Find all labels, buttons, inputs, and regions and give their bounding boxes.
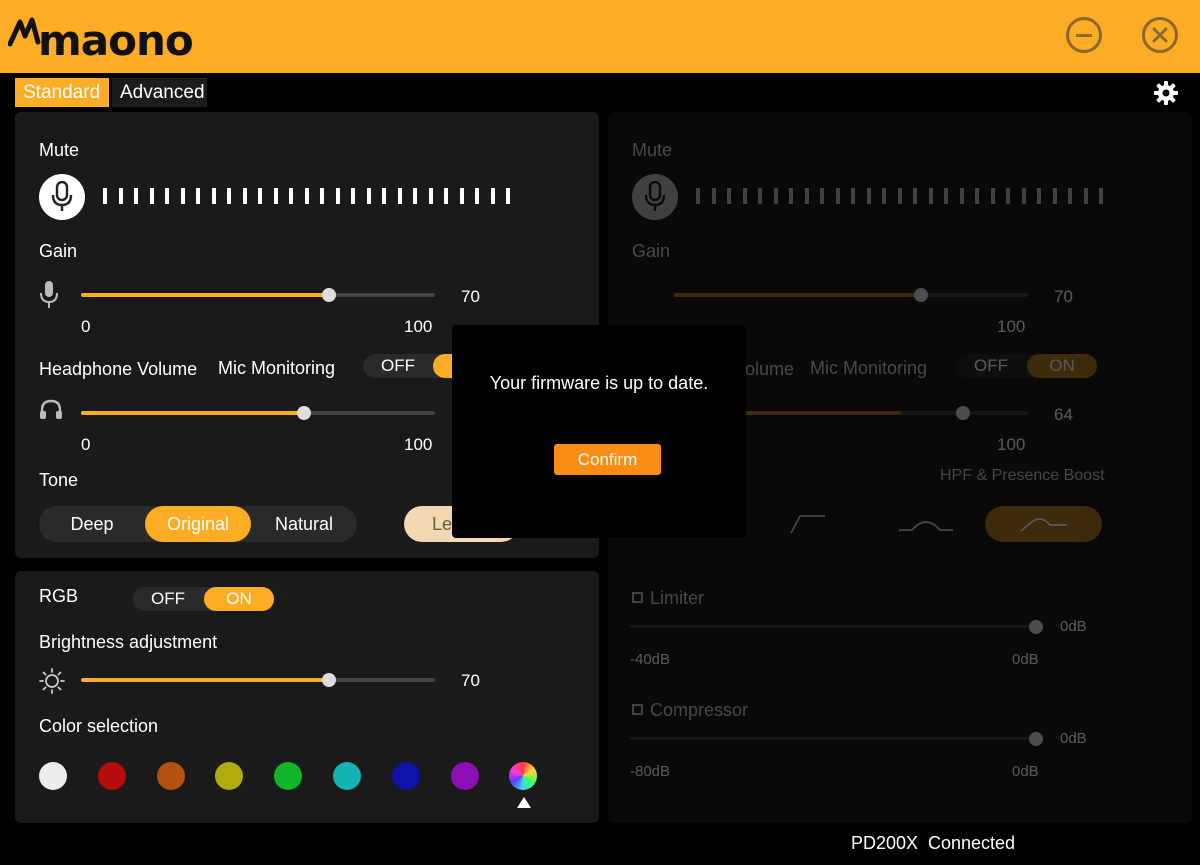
brightness-label: Brightness adjustment	[39, 632, 218, 652]
limiter-value: 0dB	[1060, 618, 1087, 635]
rgb-label: RGB	[39, 586, 79, 606]
mute-button[interactable]	[39, 174, 85, 220]
close-button[interactable]	[1142, 17, 1178, 53]
headphone-volume-label-2: olume	[745, 359, 795, 379]
mic-monitoring-off-2: OFF	[974, 356, 1008, 375]
headphone-volume-label: Headphone Volume	[39, 359, 198, 379]
gain-slider-2-fill	[674, 293, 922, 297]
limiter-checkbox	[632, 592, 643, 603]
color-swatch-8[interactable]	[450, 762, 479, 790]
firmware-dialog: Your firmware is up to date. Confirm	[452, 325, 746, 538]
title-bar: maono	[0, 0, 1200, 73]
color-swatch-5[interactable]	[274, 762, 303, 790]
tab-advanced[interactable]: Advanced	[112, 78, 207, 107]
compressor-label: Compressor	[650, 700, 749, 720]
device-name: PD200X	[851, 833, 919, 853]
hpf-presence-label: HPF & Presence Boost	[940, 467, 1105, 484]
tab-standard[interactable]: Standard	[15, 78, 109, 107]
rgb-panel: RGB OFF ON Brightness adjustment 70 Colo…	[15, 571, 599, 823]
headphone-max: 100	[404, 435, 433, 454]
sun-icon	[39, 668, 65, 694]
firmware-message: Your firmware is up to date.	[489, 373, 709, 393]
tone-label: Tone	[39, 470, 79, 490]
compressor-max: 0dB	[1012, 763, 1039, 780]
headphone-volume-slider[interactable]	[81, 406, 435, 420]
headphone-slider-knob[interactable]	[297, 406, 312, 420]
microphone-icon	[51, 181, 73, 211]
headphone-slider-2-knob	[956, 406, 970, 420]
connection-status: Connected	[928, 833, 1016, 853]
compressor-slider	[630, 732, 1043, 746]
mic-monitoring-on-2: ON	[1027, 354, 1097, 378]
rgb-on[interactable]: ON	[204, 587, 274, 611]
gain-max-2: 100	[997, 317, 1026, 336]
gain-slider-fill	[81, 293, 329, 297]
mic-monitoring-off[interactable]: OFF	[363, 354, 433, 378]
brightness-value: 70	[461, 671, 480, 690]
gain-value: 70	[461, 287, 480, 306]
microphone-icon	[40, 281, 58, 308]
gain-slider-knob[interactable]	[321, 288, 336, 302]
headphone-icon	[40, 399, 62, 419]
microphone-icon	[644, 181, 666, 211]
headphone-slider-fill	[81, 411, 305, 415]
brightness-slider-knob[interactable]	[321, 673, 336, 687]
color-swatch-7[interactable]	[391, 762, 420, 790]
mic-monitoring-label-2: Mic Monitoring	[810, 358, 928, 378]
presence-boost-icon	[899, 521, 953, 531]
hpf-presence-combo-button	[985, 506, 1102, 542]
confirm-button[interactable]: Confirm	[554, 444, 661, 475]
compressor-slider-knob	[1029, 732, 1043, 746]
high-pass-filter-icon	[790, 515, 825, 534]
mic-monitoring-label: Mic Monitoring	[218, 358, 336, 378]
headphone-value-2: 64	[1054, 405, 1073, 424]
gain-value-2: 70	[1054, 287, 1073, 306]
tone-natural[interactable]: Natural	[251, 506, 357, 542]
brand-name: maono	[38, 16, 194, 65]
brightness-slider[interactable]	[81, 673, 435, 687]
limiter-label: Limiter	[650, 588, 705, 608]
selected-color-pointer	[517, 797, 531, 808]
color-swatch-rainbow[interactable]	[509, 762, 538, 790]
brightness-slider-fill	[81, 678, 329, 682]
mute-button-2	[632, 174, 678, 220]
hpf-presence-icon	[1020, 518, 1067, 532]
limiter-max: 0dB	[1012, 651, 1039, 668]
mute-label: Mute	[39, 140, 80, 160]
gain-min: 0	[81, 317, 91, 336]
mic-monitoring-toggle-2: OFF ON	[956, 354, 1097, 378]
compressor-value: 0dB	[1060, 730, 1087, 747]
headphone-max-2: 100	[997, 435, 1026, 454]
gain-slider-2	[674, 288, 1028, 302]
limiter-slider-knob	[1029, 620, 1043, 634]
mute-label-2: Mute	[632, 140, 673, 160]
maono-logo: maono	[8, 14, 198, 70]
level-meter-2	[696, 188, 1115, 204]
color-swatch-3[interactable]	[156, 762, 185, 790]
color-swatch-4[interactable]	[215, 762, 244, 790]
limiter-slider	[630, 620, 1043, 634]
color-swatch-1[interactable]	[39, 762, 67, 790]
minimize-button[interactable]	[1066, 17, 1102, 53]
tone-selector[interactable]: Deep Original Natural	[39, 506, 357, 542]
gain-max: 100	[404, 317, 433, 336]
level-meter	[103, 188, 522, 204]
gain-slider-2-knob	[914, 288, 928, 302]
compressor-checkbox	[632, 704, 643, 715]
color-swatch-6[interactable]	[333, 762, 361, 790]
color-selection-label: Color selection	[39, 716, 159, 736]
tone-original[interactable]: Original	[145, 506, 251, 542]
rgb-off[interactable]: OFF	[133, 587, 203, 611]
color-swatch-2[interactable]	[97, 762, 126, 790]
tone-deep[interactable]: Deep	[39, 506, 145, 542]
compressor-min: -80dB	[630, 763, 671, 780]
gain-slider[interactable]	[81, 288, 435, 302]
close-icon	[1152, 27, 1168, 43]
rgb-toggle[interactable]: OFF ON	[133, 587, 274, 611]
gain-label-2: Gain	[632, 241, 671, 261]
gain-label: Gain	[39, 241, 78, 261]
headphone-min: 0	[81, 435, 91, 454]
limiter-min: -40dB	[630, 651, 671, 668]
gear-icon[interactable]	[1153, 80, 1179, 106]
